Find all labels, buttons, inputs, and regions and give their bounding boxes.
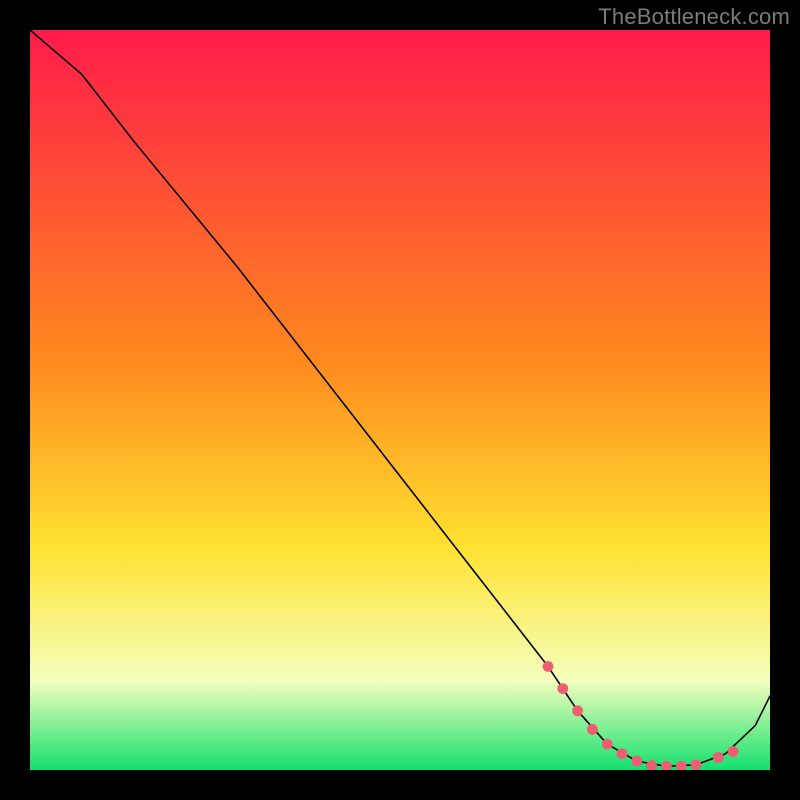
chart-frame: TheBottleneck.com — [0, 0, 800, 800]
watermark-text: TheBottleneck.com — [598, 4, 790, 30]
plot-background-gradient — [30, 30, 770, 770]
